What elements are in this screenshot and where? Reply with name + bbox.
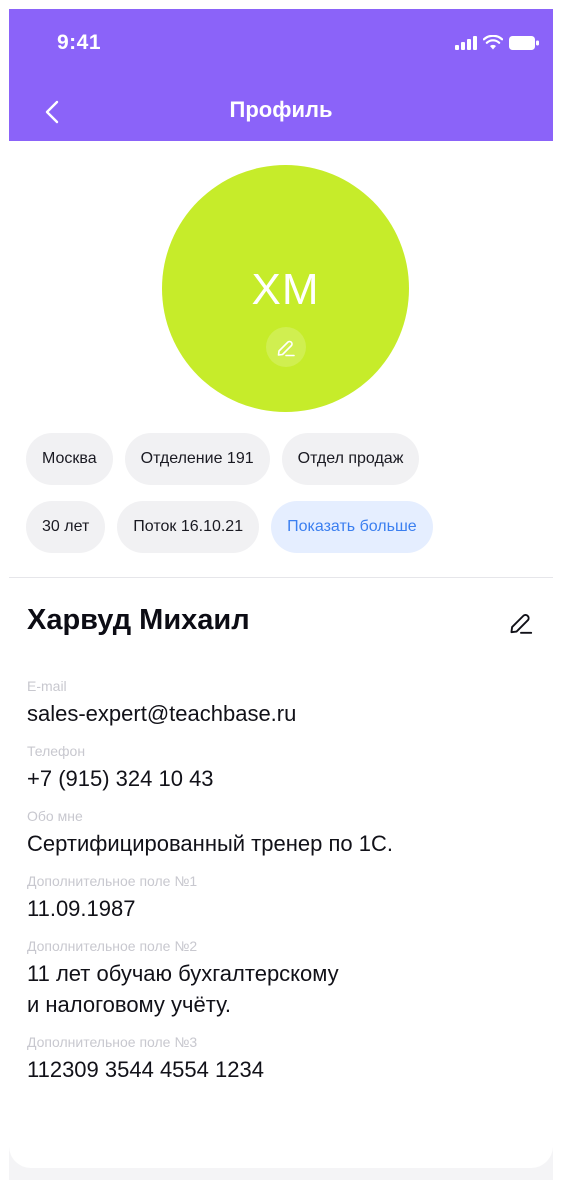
field-about: Обо мне Сертифицированный тренер по 1С. bbox=[27, 808, 527, 859]
field-label: Дополнительное поле №3 bbox=[27, 1034, 198, 1050]
tag-branch[interactable]: Отделение 191 bbox=[124, 433, 270, 485]
field-value: Сертифицированный тренер по 1С. bbox=[27, 831, 393, 856]
profile-tags: Москва Отделение 191 Отдел продаж 30 лет… bbox=[26, 433, 546, 569]
header-bar: 9:41 Профиль bbox=[9, 9, 553, 141]
status-time: 9:41 bbox=[57, 31, 102, 54]
field-label: E-mail bbox=[27, 678, 67, 694]
edit-pencil-icon bbox=[510, 614, 533, 634]
field-value: sales-expert@teachbase.ru bbox=[27, 701, 297, 726]
avatar: ХМ bbox=[162, 165, 409, 412]
edit-pencil-icon bbox=[277, 340, 295, 357]
tag-age[interactable]: 30 лет bbox=[26, 501, 106, 553]
profile-screen: 9:41 Профиль ХМ Москва Отделение 191 Отд… bbox=[9, 9, 553, 1180]
field-value: +7 (915) 324 10 43 bbox=[27, 766, 214, 791]
tag-city[interactable]: Москва bbox=[26, 433, 113, 485]
field-phone: Телефон +7 (915) 324 10 43 bbox=[27, 743, 527, 794]
field-value: 112309 3544 4554 1234 bbox=[27, 1057, 264, 1082]
field-value: 11 лет обучаю бухгалтерскому и налоговом… bbox=[27, 961, 339, 1017]
wifi-icon bbox=[483, 35, 503, 50]
field-value: 11.09.1987 bbox=[27, 896, 136, 921]
page-title: Профиль bbox=[229, 97, 333, 122]
edit-profile-button[interactable] bbox=[505, 606, 537, 638]
show-more-button[interactable]: Показать больше bbox=[271, 501, 433, 553]
field-extra-1: Дополнительное поле №1 11.09.1987 bbox=[27, 873, 527, 924]
field-label: Дополнительное поле №1 bbox=[27, 873, 198, 889]
field-email: E-mail sales-expert@teachbase.ru bbox=[27, 678, 527, 729]
field-label: Дополнительное поле №2 bbox=[27, 938, 198, 954]
field-label: Обо мне bbox=[27, 808, 83, 824]
avatar-edit-button[interactable] bbox=[266, 327, 306, 367]
status-icons bbox=[455, 35, 539, 50]
field-label: Телефон bbox=[27, 743, 86, 759]
tag-department[interactable]: Отдел продаж bbox=[281, 433, 420, 485]
profile-name: Харвуд Михаил bbox=[27, 604, 250, 636]
field-extra-3: Дополнительное поле №3 112309 3544 4554 … bbox=[27, 1034, 527, 1085]
battery-icon bbox=[509, 35, 539, 50]
tag-stream[interactable]: Поток 16.10.21 bbox=[117, 501, 260, 553]
avatar-initials: ХМ bbox=[251, 265, 320, 314]
profile-info-card: Харвуд Михаил E-mail sales-expert@teachb… bbox=[9, 578, 553, 1168]
tag-row: Москва Отделение 191 Отдел продаж bbox=[26, 433, 546, 485]
profile-summary-card: ХМ Москва Отделение 191 Отдел продаж 30 … bbox=[9, 141, 553, 577]
tag-row: 30 лет Поток 16.10.21 Показать больше bbox=[26, 501, 546, 553]
profile-fields: E-mail sales-expert@teachbase.ru Телефон… bbox=[27, 678, 527, 1099]
field-extra-2: Дополнительное поле №2 11 лет обучаю бух… bbox=[27, 938, 527, 1020]
signal-icon bbox=[455, 35, 477, 50]
